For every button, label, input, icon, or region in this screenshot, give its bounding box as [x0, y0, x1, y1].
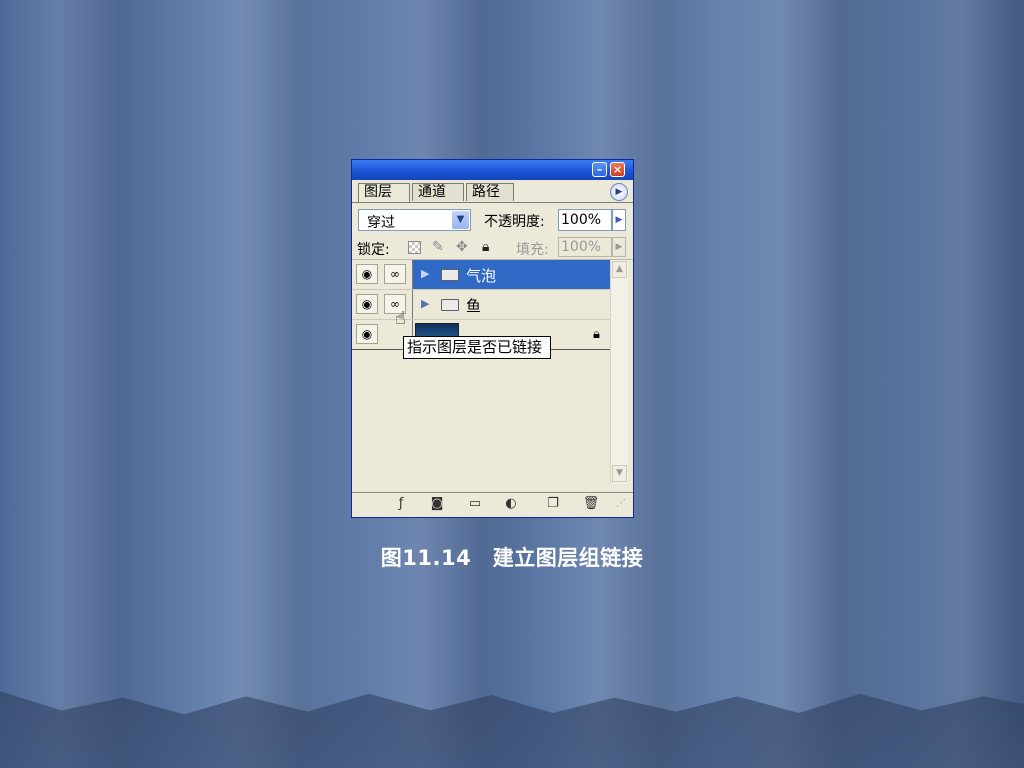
blend-row: 穿过 ▼ 不透明度: 100% ▶	[352, 203, 633, 233]
curtain-hem	[0, 691, 1024, 768]
move-icon[interactable]: ✥	[456, 239, 468, 255]
opacity-slider-arrow-icon[interactable]: ▶	[612, 209, 626, 231]
layer-style-icon[interactable]: ƒ	[392, 496, 410, 512]
layer-mask-icon[interactable]: ◙	[428, 496, 446, 512]
blend-mode-select[interactable]: 穿过 ▼	[358, 209, 471, 231]
palette-menu-icon[interactable]: ▶	[610, 183, 628, 201]
layer-name-area[interactable]: ▶ 鱼	[412, 290, 611, 319]
palette-tab-row: 图层 通道 路径 ▶	[352, 180, 633, 203]
lock-transparency-icon[interactable]	[408, 241, 421, 254]
link-icon[interactable]: ∞	[384, 264, 406, 284]
layer-row-fish[interactable]: ◉ ∞ ▶ 鱼	[352, 290, 610, 320]
minimize-icon[interactable]: –	[592, 162, 607, 177]
adjustment-layer-icon[interactable]: ◐	[502, 496, 520, 512]
opacity-label: 不透明度:	[484, 214, 545, 230]
layer-name: 鱼	[466, 297, 482, 315]
palette-titlebar[interactable]: – ×	[352, 160, 633, 180]
layer-row-bubbles[interactable]: ◉ ∞ ▶ 气泡	[352, 260, 611, 290]
chevron-down-icon[interactable]: ▼	[452, 211, 469, 229]
eye-icon[interactable]: ◉	[356, 294, 378, 314]
lock-label: 锁定:	[357, 242, 390, 258]
new-group-icon[interactable]: ▭	[466, 496, 484, 512]
layer-list-scrollbar[interactable]: ▲ ▼	[610, 260, 628, 484]
scroll-up-icon[interactable]: ▲	[612, 261, 627, 278]
tab-channels[interactable]: 通道	[412, 183, 464, 201]
lock-icon[interactable]: 🔒︎	[482, 239, 489, 255]
scroll-down-icon[interactable]: ▼	[612, 465, 627, 482]
close-icon[interactable]: ×	[610, 162, 625, 177]
hand-cursor-icon: ☝	[395, 308, 406, 329]
figure-caption: 图11.14 建立图层组链接	[380, 546, 644, 570]
layer-name-area[interactable]: ▶ 气泡	[412, 260, 611, 289]
fill-input[interactable]: 100%	[558, 237, 612, 257]
lock-row: 锁定: ✎ ✥ 🔒︎ 填充: 100% ▶	[352, 233, 633, 260]
fill-slider-arrow-icon[interactable]: ▶	[612, 237, 626, 257]
link-tooltip: 指示图层是否已链接	[403, 336, 552, 359]
layer-list: ◉ ∞ ▶ 气泡 ◉ ∞ ▶ 鱼 ◉ 🔒︎ ▲ ▼	[352, 260, 633, 484]
new-layer-icon[interactable]: ❐	[544, 496, 562, 512]
expand-triangle-icon[interactable]: ▶	[421, 297, 429, 310]
layer-name: 气泡	[466, 267, 497, 285]
resize-grip-icon[interactable]: ⋰	[612, 496, 630, 512]
opacity-input[interactable]: 100%	[558, 209, 612, 231]
blend-mode-value: 穿过	[367, 215, 395, 231]
expand-triangle-icon[interactable]: ▶	[421, 267, 429, 280]
lock-icon: 🔒︎	[593, 327, 600, 342]
eye-icon[interactable]: ◉	[356, 264, 378, 284]
brush-icon[interactable]: ✎	[432, 239, 444, 255]
tab-layers[interactable]: 图层	[358, 183, 410, 202]
folder-icon	[441, 299, 459, 311]
trash-icon[interactable]: 🗑︎	[582, 496, 600, 512]
tab-paths[interactable]: 路径	[466, 183, 514, 201]
fill-label: 填充:	[516, 242, 549, 258]
folder-icon	[441, 269, 459, 281]
eye-icon[interactable]: ◉	[356, 324, 378, 344]
palette-bottom-bar: ƒ ◙ ▭ ◐ ❐ 🗑︎ ⋰	[352, 492, 633, 517]
